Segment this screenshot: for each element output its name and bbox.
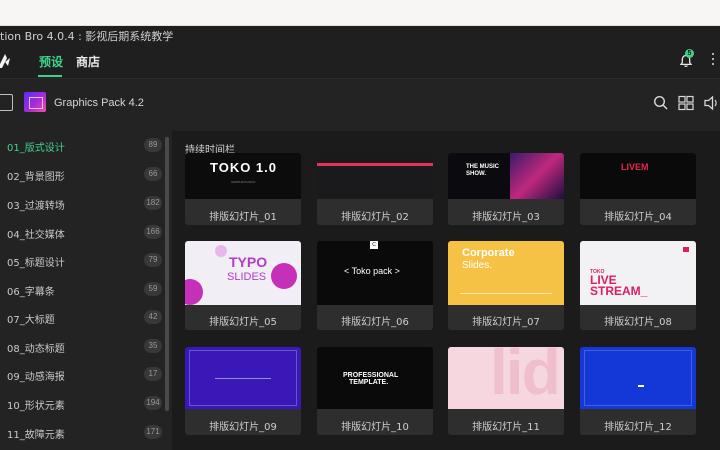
- sidebar-item-lower-thirds[interactable]: 06_字幕条 59: [0, 275, 165, 303]
- preset-card[interactable]: THE MUSIC SHOW. 排版幻灯片_03: [448, 153, 564, 225]
- folder-icon[interactable]: [0, 94, 13, 111]
- preset-caption: 排版幻灯片_10: [341, 422, 409, 433]
- sidebar-item-glitch[interactable]: 11_故障元素 171: [0, 418, 165, 446]
- preset-thumbnail: lid: [448, 347, 564, 409]
- preset-thumbnail: [580, 347, 696, 409]
- preset-caption: 排版幻灯片_05: [209, 317, 277, 328]
- sidebar-item-shapes[interactable]: 10_形状元素 194: [0, 389, 165, 417]
- sidebar-item-label: 11_故障元素: [7, 430, 65, 441]
- preset-card[interactable]: 排版幻灯片_02: [317, 153, 433, 225]
- more-menu-icon[interactable]: [710, 53, 716, 68]
- preset-thumbnail: C < Toko pack >: [317, 241, 433, 305]
- pack-thumbnail: [24, 92, 46, 112]
- sidebar-item-count: 17: [144, 367, 162, 381]
- preset-thumbnail: THE MUSIC SHOW.: [448, 153, 564, 199]
- sidebar-item-big-titles[interactable]: 07_大标题 42: [0, 303, 165, 331]
- sidebar-item-background[interactable]: 02_背景图形 66: [0, 160, 165, 188]
- preset-card[interactable]: TYPO SLIDES 排版幻灯片_05: [185, 241, 301, 330]
- sidebar-item-social-media[interactable]: 04_社交媒体 166: [0, 218, 165, 246]
- sidebar-scrollbar[interactable]: [165, 137, 169, 411]
- sidebar-item-label: 04_社交媒体: [7, 230, 65, 241]
- sidebar-item-posters[interactable]: 09_动感海报 17: [0, 360, 165, 388]
- sidebar-item-label: 07_大标题: [7, 315, 55, 326]
- top-nav-bar: 预设 商店 5: [0, 44, 720, 78]
- preset-card[interactable]: C < Toko pack > 排版幻灯片_06: [317, 241, 433, 330]
- preset-card[interactable]: TOKO 1.0 GRAPHICS PACK 排版幻灯片_01: [185, 153, 301, 225]
- sidebar-item-label: 03_过渡转场: [7, 201, 65, 212]
- preset-thumbnail: [185, 347, 301, 409]
- sidebar-item-count: 194: [144, 396, 162, 410]
- window-title: tion Bro 4.0.4 : 影视后期系统教学: [0, 30, 174, 43]
- preset-card[interactable]: PROFESSIONAL TEMPLATE. 排版幻灯片_10: [317, 347, 433, 435]
- preset-caption: 排版幻灯片_12: [604, 422, 672, 433]
- pack-header: Graphics Pack 4.2: [0, 79, 720, 129]
- sidebar-item-layout-design[interactable]: 01_版式设计 89: [0, 131, 165, 159]
- preset-thumbnail: TYPO SLIDES: [185, 241, 301, 305]
- sidebar-item-count: 66: [144, 167, 162, 181]
- active-tab-indicator: [38, 75, 62, 77]
- notification-badge: 5: [685, 49, 694, 58]
- window-title-bar: tion Bro 4.0.4 : 影视后期系统教学: [0, 26, 720, 44]
- preset-caption: 排版幻灯片_01: [209, 212, 277, 223]
- pack-title: Graphics Pack 4.2: [54, 97, 144, 109]
- sidebar-item-count: 166: [144, 225, 162, 239]
- app-logo-icon[interactable]: [0, 52, 12, 70]
- tab-store[interactable]: 商店: [76, 53, 100, 70]
- preset-caption: 排版幻灯片_04: [604, 212, 672, 223]
- sidebar-item-count: 59: [144, 282, 162, 296]
- sidebar-item-label: 01_版式设计: [7, 143, 65, 154]
- preset-caption: 排版幻灯片_02: [341, 212, 409, 223]
- preset-card[interactable]: lid 排版幻灯片_11: [448, 347, 564, 435]
- preset-caption: 排版幻灯片_08: [604, 317, 672, 328]
- grid-view-icon[interactable]: [677, 94, 695, 112]
- volume-icon[interactable]: [703, 94, 720, 112]
- sidebar-item-count: 42: [144, 310, 162, 324]
- sidebar-item-label: 08_动态标题: [7, 344, 65, 355]
- sidebar-item-count: 79: [144, 253, 162, 267]
- preset-card[interactable]: LIVEM 排版幻灯片_04: [580, 153, 696, 225]
- preset-caption: 排版幻灯片_09: [209, 422, 277, 433]
- preset-thumbnail: TOKO 1.0 GRAPHICS PACK: [185, 153, 301, 199]
- preset-thumbnail: LIVEM: [580, 153, 696, 199]
- preset-caption: 排版幻灯片_11: [472, 422, 540, 433]
- preset-caption: 排版幻灯片_07: [472, 317, 540, 328]
- sidebar-item-titles[interactable]: 05_标题设计 79: [0, 246, 165, 274]
- preset-thumbnail: [317, 153, 433, 199]
- sidebar-item-transitions[interactable]: 03_过渡转场 182: [0, 189, 165, 217]
- sidebar-item-label: 10_形状元素: [7, 401, 65, 412]
- preset-card[interactable]: 排版幻灯片_12: [580, 347, 696, 435]
- tab-presets[interactable]: 预设: [39, 53, 63, 70]
- sidebar-item-count: 35: [144, 339, 162, 353]
- browser-top-strip: [0, 0, 720, 26]
- preset-thumbnail: PROFESSIONAL TEMPLATE.: [317, 347, 433, 409]
- sidebar-item-count: 171: [144, 425, 162, 439]
- sidebar-item-count: 89: [144, 138, 162, 152]
- preset-card[interactable]: 排版幻灯片_09: [185, 347, 301, 435]
- category-sidebar: 01_版式设计 89 02_背景图形 66 03_过渡转场 182 04_社交媒…: [0, 131, 172, 450]
- preset-thumbnail: Corporate Slides.: [448, 241, 564, 305]
- preset-caption: 排版幻灯片_06: [341, 317, 409, 328]
- sidebar-item-label: 02_背景图形: [7, 172, 65, 183]
- preset-thumbnail: TOKO LIVE STREAM_: [580, 241, 696, 305]
- sidebar-item-label: 09_动感海报: [7, 372, 65, 383]
- search-icon[interactable]: [652, 94, 670, 112]
- sidebar-item-animated-titles[interactable]: 08_动态标题 35: [0, 332, 165, 360]
- sidebar-item-label: 05_标题设计: [7, 258, 65, 269]
- preset-caption: 排版幻灯片_03: [472, 212, 540, 223]
- preset-card[interactable]: TOKO LIVE STREAM_ 排版幻灯片_08: [580, 241, 696, 330]
- sidebar-item-count: 182: [144, 196, 162, 210]
- preset-card[interactable]: Corporate Slides. 排版幻灯片_07: [448, 241, 564, 330]
- sidebar-item-label: 06_字幕条: [7, 287, 55, 298]
